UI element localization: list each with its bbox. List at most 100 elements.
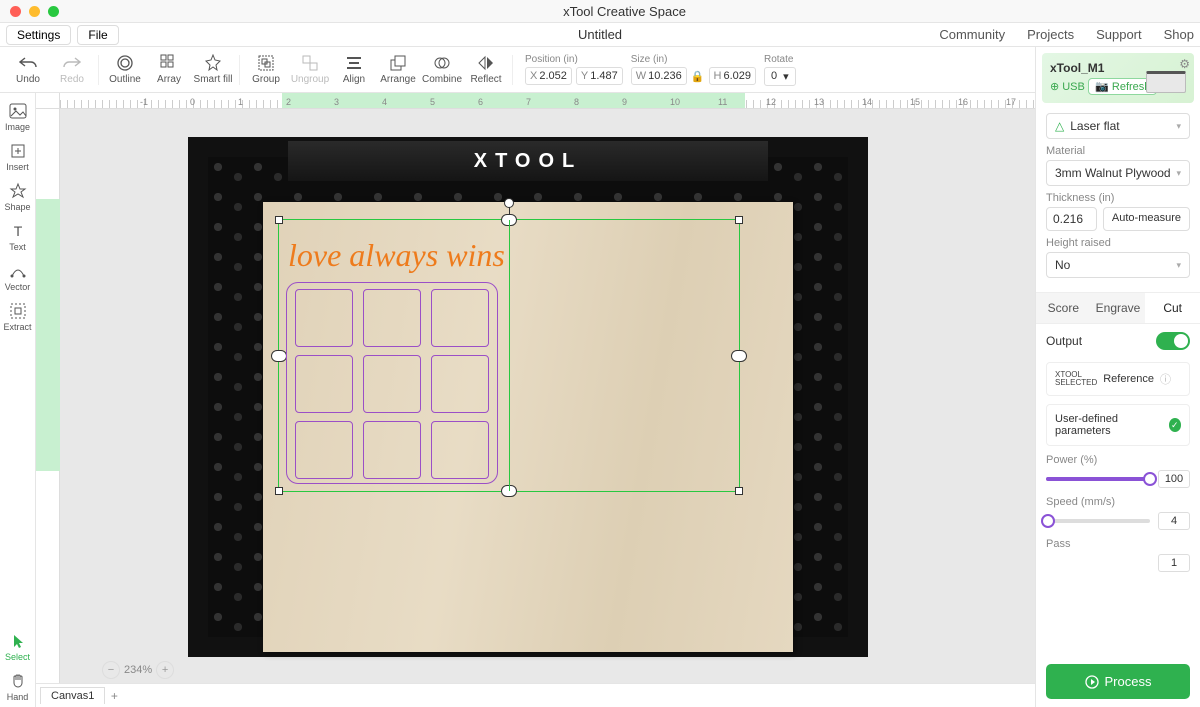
window-titlebar: xTool Creative Space: [0, 0, 1200, 23]
tab-score[interactable]: Score: [1036, 293, 1091, 323]
xtool-badge-icon: XTOOLSELECTED: [1055, 371, 1097, 387]
thickness-label: Thickness (in): [1046, 192, 1190, 204]
minimize-window-button[interactable]: [29, 6, 40, 17]
outline-button[interactable]: Outline: [103, 49, 147, 91]
mode-select[interactable]: △Laser flat ▾: [1046, 113, 1190, 139]
lock-aspect-icon[interactable]: 🔒: [691, 70, 705, 83]
info-icon[interactable]: ⓘ: [1160, 371, 1171, 387]
undo-button[interactable]: Undo: [6, 49, 50, 91]
rotate-handle[interactable]: [504, 198, 514, 208]
auto-measure-button[interactable]: Auto-measure: [1103, 207, 1190, 231]
resize-handle-se[interactable]: [735, 487, 743, 495]
projects-link[interactable]: Projects: [1027, 27, 1074, 42]
resize-handle-e[interactable]: [731, 350, 747, 362]
extract-tool[interactable]: Extract: [1, 297, 35, 337]
combine-button[interactable]: Combine: [420, 49, 464, 91]
rotate-field[interactable]: 0▾: [764, 67, 796, 86]
thickness-input[interactable]: 0.216: [1046, 207, 1097, 231]
ungroup-button[interactable]: Ungroup: [288, 49, 332, 91]
artwork-board[interactable]: [286, 282, 498, 484]
image-tool[interactable]: Image: [1, 97, 35, 137]
support-link[interactable]: Support: [1096, 27, 1142, 42]
right-panel: ⚙ xTool_M1 ⊕USB 📷Refresh △Laser flat ▾ M…: [1035, 47, 1200, 707]
text-tool[interactable]: TText: [1, 217, 35, 257]
speed-slider[interactable]: [1046, 519, 1150, 523]
vector-icon: [9, 262, 27, 280]
canvas-tab[interactable]: Canvas1: [40, 687, 105, 704]
array-icon: [160, 54, 178, 72]
community-link[interactable]: Community: [939, 27, 1005, 42]
settings-menu[interactable]: Settings: [6, 25, 71, 45]
document-title: Untitled: [578, 27, 622, 42]
add-canvas-button[interactable]: +: [105, 689, 123, 703]
user-defined-card[interactable]: User-defined parameters ✓: [1046, 404, 1190, 446]
position-y-field[interactable]: Y1.487: [576, 67, 623, 85]
canvas-area: -1 0 1 2 3 4 5 6 7 8 9 10 11 12 13 14 15…: [36, 93, 1035, 707]
resize-handle-sw[interactable]: [275, 487, 283, 495]
material-select[interactable]: 3mm Walnut Plywood▾: [1046, 160, 1190, 186]
output-label: Output: [1046, 334, 1082, 348]
chevron-down-icon: ▾: [1176, 168, 1181, 179]
device-image: [1146, 71, 1186, 93]
shop-link[interactable]: Shop: [1164, 27, 1194, 42]
insert-tool[interactable]: Insert: [1, 137, 35, 177]
maximize-window-button[interactable]: [48, 6, 59, 17]
smart-fill-icon: [204, 54, 222, 72]
undo-icon: [19, 54, 37, 72]
resize-handle-ne[interactable]: [735, 216, 743, 224]
output-toggle[interactable]: [1156, 332, 1190, 350]
gear-icon[interactable]: ⚙: [1179, 57, 1190, 71]
power-value[interactable]: 100: [1158, 470, 1190, 488]
tab-cut[interactable]: Cut: [1145, 293, 1200, 323]
process-button[interactable]: Process: [1046, 664, 1190, 699]
left-sidebar: Image Insert Shape TText Vector Extract …: [0, 93, 36, 707]
arrange-button[interactable]: Arrange: [376, 49, 420, 91]
operation-tabs: Score Engrave Cut: [1036, 292, 1200, 324]
vector-tool[interactable]: Vector: [1, 257, 35, 297]
image-icon: [9, 102, 27, 120]
array-button[interactable]: Array: [147, 49, 191, 91]
app-title: xTool Creative Space: [59, 4, 1190, 19]
menu-bar: Settings File Untitled Community Project…: [0, 23, 1200, 47]
resize-handle-w[interactable]: [271, 350, 287, 362]
laser-icon: △: [1055, 119, 1064, 133]
speed-value[interactable]: 4: [1158, 512, 1190, 530]
group-button[interactable]: Group: [244, 49, 288, 91]
close-window-button[interactable]: [10, 6, 21, 17]
height-select[interactable]: No▾: [1046, 252, 1190, 278]
position-x-field[interactable]: X2.052: [525, 67, 572, 85]
size-group: Size (in) W10.236 🔒 H6.029: [631, 54, 756, 85]
reflect-button[interactable]: Reflect: [464, 49, 508, 91]
reference-card[interactable]: XTOOLSELECTED Reference ⓘ: [1046, 362, 1190, 396]
power-slider[interactable]: [1046, 477, 1150, 481]
check-icon: ✓: [1169, 418, 1181, 432]
hand-tool[interactable]: Hand: [1, 667, 35, 707]
menu-right: Community Projects Support Shop: [939, 27, 1194, 42]
shape-tool[interactable]: Shape: [1, 177, 35, 217]
camera-icon: 📷: [1095, 80, 1109, 93]
size-h-field[interactable]: H6.029: [709, 67, 756, 85]
status-bar: Canvas1 +: [36, 683, 1035, 707]
output-row: Output: [1036, 324, 1200, 358]
pass-value[interactable]: 1: [1158, 554, 1190, 572]
workarea[interactable]: XTOOL love always wins: [60, 109, 1035, 683]
reflect-icon: [477, 54, 495, 72]
ruler-horizontal: -1 0 1 2 3 4 5 6 7 8 9 10 11 12 13 14 15…: [60, 93, 1035, 109]
connection-status: ⊕USB: [1050, 80, 1085, 93]
chevron-down-icon: ▾: [1176, 260, 1181, 271]
redo-button[interactable]: Redo: [50, 49, 94, 91]
select-tool[interactable]: Select: [1, 627, 35, 667]
size-w-field[interactable]: W10.236: [631, 67, 687, 85]
tab-engrave[interactable]: Engrave: [1091, 293, 1146, 323]
laser-bed: XTOOL love always wins: [188, 137, 868, 657]
resize-handle-nw[interactable]: [275, 216, 283, 224]
zoom-value: 234%: [124, 664, 152, 676]
zoom-out-button[interactable]: −: [102, 661, 120, 679]
zoom-in-button[interactable]: +: [156, 661, 174, 679]
svg-text:T: T: [13, 223, 22, 239]
file-menu[interactable]: File: [77, 25, 118, 45]
align-button[interactable]: Align: [332, 49, 376, 91]
text-icon: T: [9, 222, 27, 240]
artwork-text[interactable]: love always wins: [288, 237, 505, 274]
smart-fill-button[interactable]: Smart fill: [191, 49, 235, 91]
